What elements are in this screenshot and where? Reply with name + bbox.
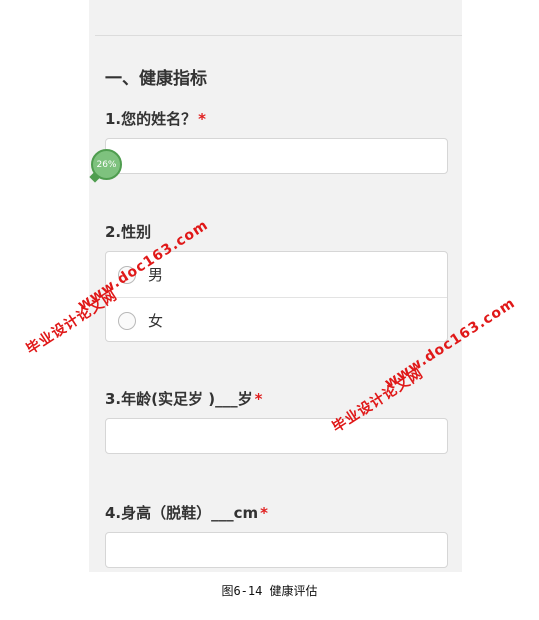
question-name-text: 1.您的姓名？ [105, 110, 197, 128]
age-input[interactable] [105, 418, 448, 454]
height-input[interactable] [105, 532, 448, 568]
question-gender-label: 2.性别 [105, 223, 152, 241]
name-input[interactable] [105, 138, 448, 174]
required-mark: * [198, 110, 206, 128]
question-name-label: 1.您的姓名？ * [105, 108, 206, 129]
gender-option-label: 女 [148, 312, 164, 330]
question-age-label: 3.年龄(实足岁 )___岁 * [105, 388, 262, 409]
survey-screen: 一、健康指标 1.您的姓名？ * 26% 2.性别 男 女 3.年龄(实足岁 )_… [89, 0, 462, 572]
gender-option-female[interactable]: 女 [106, 297, 447, 343]
question-height-text: 4.身高（脱鞋）___cm [105, 504, 259, 522]
question-age-text: 3.年龄(实足岁 )___岁 [105, 390, 253, 408]
top-divider [95, 35, 462, 36]
question-height-label: 4.身高（脱鞋）___cm * [105, 502, 268, 523]
required-mark: * [254, 390, 263, 408]
required-mark: * [260, 504, 269, 522]
section-title: 一、健康指标 [105, 69, 207, 89]
figure-caption: 图6-14 健康评估 [221, 584, 318, 598]
progress-badge: 26% [91, 149, 122, 180]
radio-circle-icon[interactable] [118, 311, 136, 330]
